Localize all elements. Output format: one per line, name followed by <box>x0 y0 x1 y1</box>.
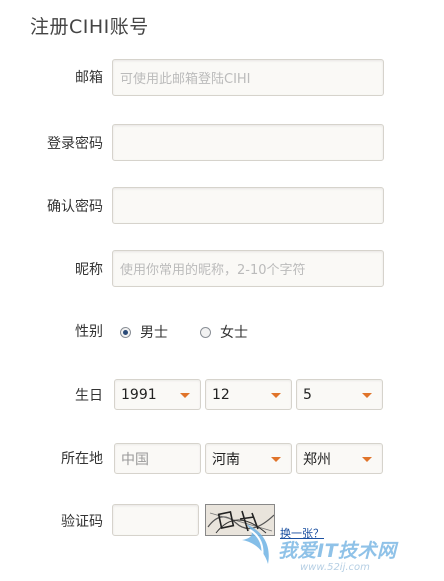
chevron-down-icon <box>271 393 281 398</box>
email-label: 邮箱 <box>75 70 103 86</box>
email-input[interactable]: 可使用此邮箱登陆CIHI <box>112 59 384 96</box>
gender-label: 性别 <box>75 324 103 340</box>
location-province-value: 河南 <box>212 451 240 468</box>
location-country-value: 中国 <box>121 451 149 468</box>
page-title: 注册CIHI账号 <box>30 16 149 38</box>
birthday-label: 生日 <box>75 388 103 404</box>
email-placeholder: 可使用此邮箱登陆CIHI <box>120 72 251 87</box>
confirm-password-input[interactable] <box>112 187 384 224</box>
watermark-text: 我爱IT技术网 <box>278 540 397 562</box>
birth-day-value: 5 <box>303 386 312 403</box>
chevron-down-icon <box>362 393 372 398</box>
radio-unselected-icon[interactable] <box>200 326 211 338</box>
birth-year-select[interactable]: 1991 <box>114 379 201 410</box>
nickname-label: 昵称 <box>75 262 103 278</box>
gender-radio-female[interactable]: 女士 <box>200 322 248 342</box>
chevron-down-icon <box>271 457 281 462</box>
birth-month-select[interactable]: 12 <box>205 379 292 410</box>
gender-female-label: 女士 <box>220 325 248 341</box>
radio-selected-icon[interactable] <box>120 326 131 338</box>
captcha-label: 验证码 <box>61 514 103 530</box>
watermark-logo <box>242 524 269 564</box>
chevron-down-icon <box>180 393 190 398</box>
confirm-password-label: 确认密码 <box>47 199 103 215</box>
nickname-placeholder: 使用你常用的昵称，2-10个字符 <box>120 263 306 278</box>
birth-year-value: 1991 <box>121 386 157 403</box>
location-city-value: 郑州 <box>303 451 331 468</box>
chevron-down-icon <box>362 457 372 462</box>
location-province-select[interactable]: 河南 <box>205 443 292 474</box>
gender-radio-male[interactable]: 男士 <box>120 322 168 342</box>
captcha-input[interactable] <box>112 504 199 536</box>
location-city-select[interactable]: 郑州 <box>296 443 383 474</box>
birth-month-value: 12 <box>212 386 230 403</box>
password-label: 登录密码 <box>47 136 103 152</box>
birth-day-select[interactable]: 5 <box>296 379 383 410</box>
watermark-url: www.52ij.com <box>300 562 370 573</box>
location-country-field: 中国 <box>114 443 201 474</box>
nickname-input[interactable]: 使用你常用的昵称，2-10个字符 <box>112 250 384 287</box>
gender-male-label: 男士 <box>140 325 168 341</box>
password-input[interactable] <box>112 124 384 161</box>
location-label: 所在地 <box>61 451 103 467</box>
